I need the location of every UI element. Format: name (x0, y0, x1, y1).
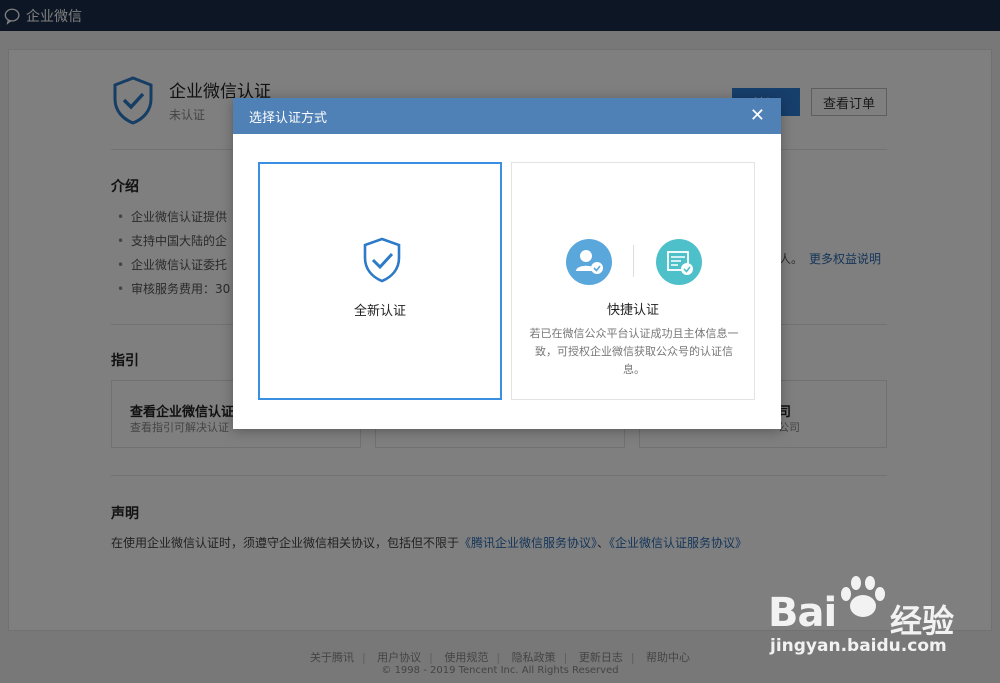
dialog-header: 选择认证方式 ✕ (233, 98, 781, 134)
baidu-jingyan-watermark: Bai 经验 jingyan.baidu.com (760, 574, 992, 664)
choose-auth-method-dialog: 选择认证方式 ✕ 全新认证 快捷认证 若已在微信公众平台认证成功且主体信息一致，… (233, 98, 781, 429)
new-certification-label: 全新认证 (353, 304, 406, 319)
quick-certification-label: 快捷认证 (606, 303, 659, 318)
shield-check-icon (363, 237, 401, 283)
watermark-url: jingyan.baidu.com (770, 636, 947, 656)
certificate-verified-icon (656, 239, 702, 285)
quick-certification-desc: 若已在微信公众平台认证成功且主体信息一致，可授权企业微信获取公众号的认证信息。 (529, 327, 739, 376)
quick-certification-option[interactable]: 快捷认证 若已在微信公众平台认证成功且主体信息一致，可授权企业微信获取公众号的认… (511, 162, 755, 400)
close-icon[interactable]: ✕ (750, 107, 765, 125)
watermark-brand: Bai (768, 590, 837, 636)
divider (633, 245, 634, 277)
dialog-title: 选择认证方式 (249, 110, 328, 126)
paw-icon (841, 576, 885, 617)
new-certification-option[interactable]: 全新认证 (258, 162, 502, 400)
user-verified-icon (566, 239, 612, 285)
